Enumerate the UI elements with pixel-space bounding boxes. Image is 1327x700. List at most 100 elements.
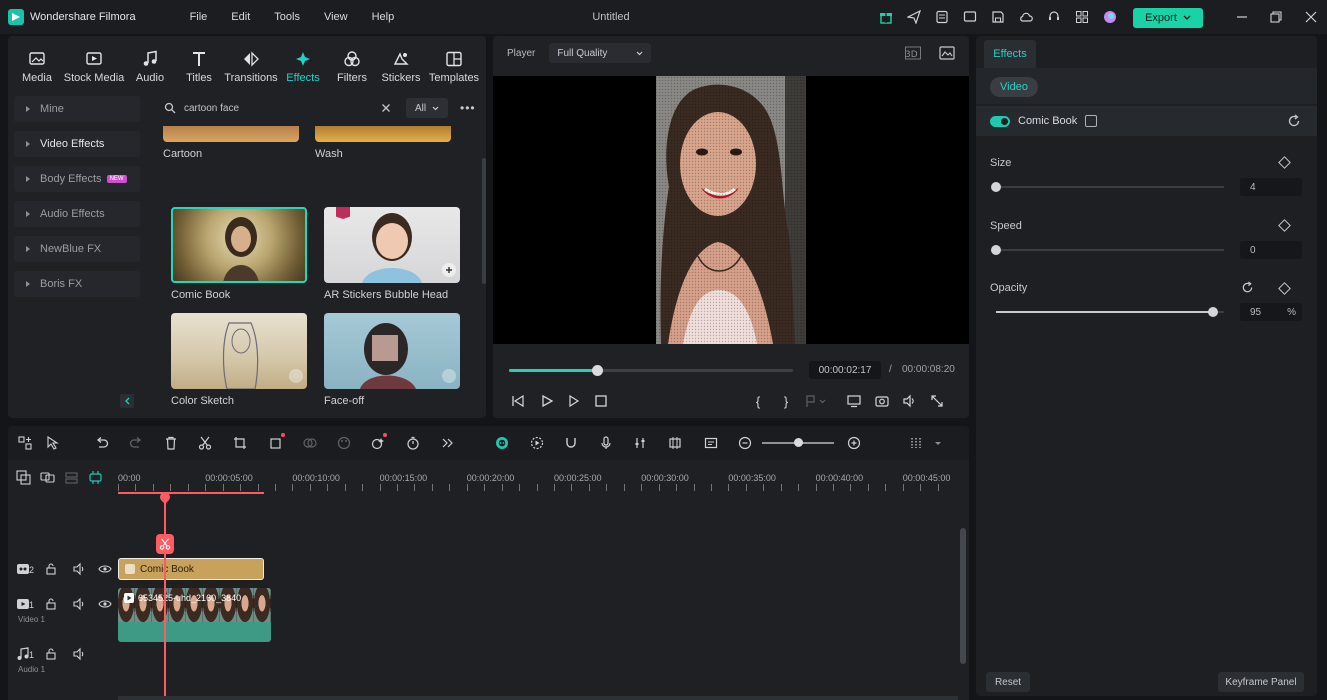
color-palette-icon[interactable] bbox=[336, 435, 352, 451]
auto-reframe-icon[interactable] bbox=[667, 435, 683, 451]
download-icon[interactable] bbox=[442, 369, 456, 383]
volume-icon[interactable] bbox=[900, 392, 918, 410]
video-clip[interactable]: 6534525-uhd_2160_3840 bbox=[118, 588, 271, 642]
speed-value-input[interactable]: 0 bbox=[1240, 241, 1302, 259]
menu-tools[interactable]: Tools bbox=[274, 11, 300, 23]
playhead-split-button[interactable] bbox=[156, 534, 174, 554]
mute-speaker-icon[interactable] bbox=[72, 597, 86, 611]
tab-video[interactable]: Video bbox=[990, 77, 1038, 97]
video-preview[interactable] bbox=[493, 76, 969, 344]
opacity-slider-handle[interactable] bbox=[1207, 307, 1218, 317]
split-scissors-icon[interactable] bbox=[197, 435, 213, 451]
auto-ripple-icon[interactable] bbox=[88, 470, 103, 485]
add-icon[interactable] bbox=[442, 263, 456, 277]
stop-icon[interactable] bbox=[592, 392, 610, 410]
tab-stock-media[interactable]: Stock Media bbox=[64, 36, 124, 88]
effect-enable-toggle[interactable] bbox=[990, 115, 1010, 127]
tab-filters[interactable]: Filters bbox=[324, 36, 380, 88]
track-height-icon[interactable] bbox=[64, 470, 79, 485]
mask-icon[interactable] bbox=[302, 435, 318, 451]
render-preview-icon[interactable] bbox=[529, 435, 545, 451]
template-icon[interactable] bbox=[933, 9, 951, 25]
tab-templates[interactable]: Templates bbox=[422, 36, 486, 88]
camera-snapshot-icon[interactable] bbox=[873, 392, 891, 410]
speed-slider-handle[interactable] bbox=[991, 245, 1001, 255]
eye-visibility-icon[interactable] bbox=[98, 597, 112, 611]
menu-help[interactable]: Help bbox=[372, 11, 395, 23]
quality-dropdown[interactable]: Full Quality bbox=[549, 43, 652, 63]
tab-effects-properties[interactable]: Effects bbox=[984, 40, 1036, 68]
tab-stickers[interactable]: Stickers bbox=[380, 36, 422, 88]
effect-card-wash[interactable]: Wash bbox=[315, 126, 451, 160]
link-clips-icon[interactable] bbox=[40, 470, 55, 485]
clear-search-icon[interactable] bbox=[380, 102, 392, 114]
tab-titles[interactable]: Titles bbox=[178, 36, 220, 88]
display-icon[interactable] bbox=[845, 392, 863, 410]
redo-icon[interactable] bbox=[128, 435, 144, 451]
timeline-horizontal-scrollbar[interactable] bbox=[118, 696, 958, 700]
undo-icon[interactable] bbox=[94, 435, 110, 451]
minimize-icon[interactable] bbox=[1234, 9, 1250, 25]
effect-card-ar-stickers-bubble-head[interactable]: AR Stickers Bubble Head bbox=[324, 207, 460, 301]
sidebar-item-video-effects[interactable]: Video Effects bbox=[14, 131, 140, 157]
speed-timer-icon[interactable] bbox=[405, 435, 421, 451]
effect-card-comic-book[interactable]: Comic Book bbox=[171, 207, 307, 301]
avatar-icon[interactable] bbox=[1101, 9, 1119, 25]
mark-out-button[interactable]: } bbox=[777, 392, 795, 410]
reset-button[interactable]: Reset bbox=[986, 672, 1030, 692]
mark-in-button[interactable]: { bbox=[749, 392, 767, 410]
speed-slider[interactable] bbox=[991, 245, 1224, 255]
keyframe-panel-button[interactable]: Keyframe Panel bbox=[1218, 672, 1304, 692]
effects-scrollbar[interactable] bbox=[482, 158, 486, 284]
support-icon[interactable] bbox=[1045, 9, 1063, 25]
sidebar-item-body-effects[interactable]: Body Effects NEW bbox=[14, 166, 140, 192]
export-button[interactable]: Export bbox=[1133, 8, 1203, 28]
select-tool-icon[interactable] bbox=[45, 435, 61, 451]
timeline-ruler[interactable]: 00:00 00:00:05:00 00:00:10:00 00:00:15:00 00… bbox=[118, 460, 958, 494]
zoom-out-icon[interactable] bbox=[737, 435, 753, 451]
opacity-value-input[interactable]: 95% bbox=[1240, 303, 1302, 321]
keyframe-diamond-icon[interactable] bbox=[1278, 156, 1291, 169]
tab-audio[interactable]: Audio bbox=[122, 36, 178, 88]
size-slider-handle[interactable] bbox=[991, 182, 1001, 192]
work-area-range[interactable] bbox=[118, 492, 264, 494]
layout-icon[interactable] bbox=[17, 435, 33, 451]
lock-icon[interactable] bbox=[44, 597, 58, 611]
timeline-tracks-area[interactable]: 00:00 00:00:05:00 00:00:10:00 00:00:15:00 00… bbox=[8, 460, 969, 700]
ai-copilot-icon[interactable] bbox=[494, 435, 510, 451]
playback-scrubber[interactable] bbox=[509, 365, 793, 376]
snapshot-image-icon[interactable] bbox=[939, 45, 955, 61]
next-frame-icon[interactable] bbox=[565, 392, 583, 410]
marker-icon[interactable] bbox=[801, 392, 831, 410]
grid-apps-icon[interactable] bbox=[1073, 9, 1091, 25]
sidebar-item-mine[interactable]: Mine bbox=[14, 96, 140, 122]
screen-icon[interactable] bbox=[961, 9, 979, 25]
sidebar-item-audio-effects[interactable]: Audio Effects bbox=[14, 201, 140, 227]
timeline-zoom-handle[interactable] bbox=[794, 438, 803, 447]
copy-icon[interactable] bbox=[1085, 115, 1098, 127]
menu-edit[interactable]: Edit bbox=[231, 11, 250, 23]
reset-effect-icon[interactable] bbox=[1287, 114, 1301, 128]
grid-view-icon[interactable] bbox=[908, 435, 924, 451]
search-input[interactable]: cartoon face bbox=[184, 103, 380, 114]
menu-file[interactable]: File bbox=[190, 11, 208, 23]
subtitle-icon[interactable] bbox=[703, 435, 719, 451]
playhead[interactable] bbox=[164, 492, 166, 700]
menu-view[interactable]: View bbox=[324, 11, 348, 23]
effect-card-cartoon[interactable]: Cartoon bbox=[163, 126, 299, 160]
current-timecode[interactable]: 00:00:02:17 bbox=[809, 361, 881, 379]
sidebar-item-newblue-fx[interactable]: NewBlue FX bbox=[14, 236, 140, 262]
crop-icon[interactable] bbox=[268, 433, 285, 451]
save-icon[interactable] bbox=[989, 9, 1007, 25]
add-track-icon[interactable] bbox=[16, 470, 31, 485]
previous-frame-icon[interactable] bbox=[509, 392, 527, 410]
mute-speaker-icon[interactable] bbox=[72, 562, 86, 576]
magnet-snap-icon[interactable] bbox=[563, 435, 579, 451]
3d-view-icon[interactable]: 3D bbox=[905, 45, 921, 61]
lock-icon[interactable] bbox=[44, 562, 58, 576]
eye-visibility-icon[interactable] bbox=[98, 562, 112, 576]
mute-speaker-icon[interactable] bbox=[72, 647, 86, 661]
keyframe-diamond-icon[interactable] bbox=[1278, 282, 1291, 295]
fullscreen-icon[interactable] bbox=[928, 392, 946, 410]
ai-tools-icon[interactable] bbox=[370, 433, 387, 451]
